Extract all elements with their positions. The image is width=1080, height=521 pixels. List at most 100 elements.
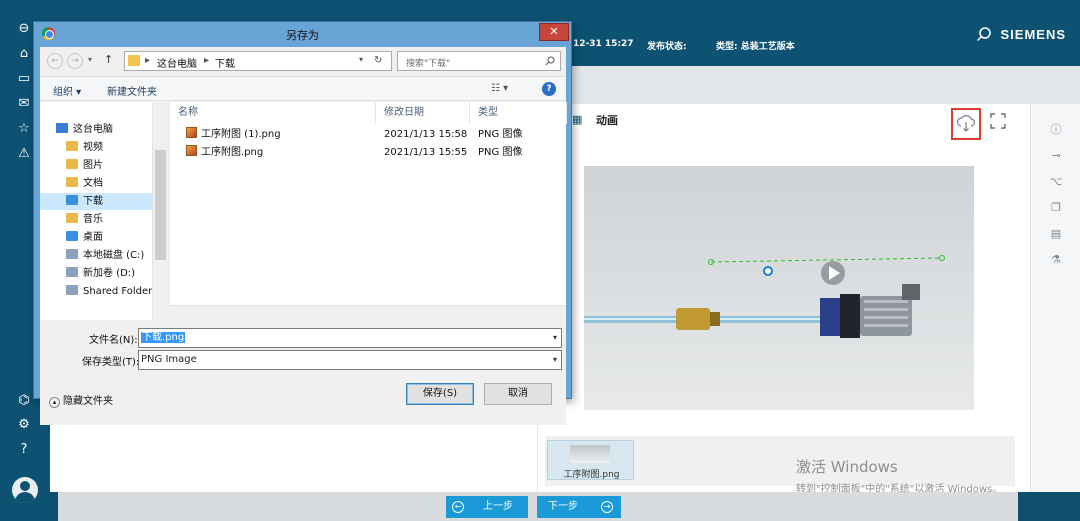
folder-icon[interactable]: ▭ xyxy=(14,70,34,88)
column-modified[interactable]: 修改日期 xyxy=(376,102,470,124)
grid-icon[interactable]: ▦ xyxy=(572,113,584,126)
nav-this-pc[interactable]: 这台电脑 xyxy=(56,121,113,138)
download-button[interactable] xyxy=(951,108,981,140)
save-as-dialog: 另存为 ✕ ← → ▾ ↑ ▸ 这台电脑 ▸ 下载 ▾ ↻ 搜索"下载" 组织 … xyxy=(33,21,572,425)
tools-icon[interactable]: ⚗ xyxy=(1047,252,1065,268)
arrow-right-icon: → xyxy=(601,501,613,513)
filename-input[interactable]: 下载.png ▾ xyxy=(138,328,562,348)
file-date: 2021/1/13 15:58 xyxy=(384,129,468,140)
user-avatar[interactable] xyxy=(12,477,38,503)
file-list-hscrollbar[interactable] xyxy=(169,305,566,320)
back-button[interactable]: ← xyxy=(47,53,63,69)
help-icon[interactable]: ? xyxy=(14,441,34,459)
hide-folders-toggle[interactable]: ▴ 隐藏文件夹 xyxy=(49,392,113,408)
breadcrumb-downloads[interactable]: 下载 xyxy=(215,55,235,70)
nav-scrollbar[interactable] xyxy=(152,102,168,320)
nav-drive-c[interactable]: 本地磁盘 (C:) xyxy=(66,247,144,264)
nav-documents[interactable]: 文档 xyxy=(66,175,103,192)
favorites-icon[interactable]: ☆ xyxy=(14,120,34,138)
settings-icon[interactable]: ⚙ xyxy=(14,416,34,434)
close-button[interactable]: ✕ xyxy=(539,23,569,41)
search-icon[interactable] xyxy=(976,26,992,42)
downloads-folder-icon xyxy=(66,195,78,205)
save-button[interactable]: 保存(S) xyxy=(406,383,474,405)
motor-assembly-model xyxy=(584,255,945,338)
copy-icon[interactable]: ❐ xyxy=(1047,200,1065,216)
png-file-icon xyxy=(186,127,197,138)
column-name[interactable]: 名称 xyxy=(170,102,376,124)
tab-animation[interactable]: 动画 xyxy=(596,112,618,128)
header-status: 发布状态: xyxy=(647,42,687,52)
nav-desktop[interactable]: 桌面 xyxy=(66,229,103,246)
file-list: 名称 修改日期 类型 工序附图 (1).png 2021/1/13 15:58 … xyxy=(169,102,567,305)
dialog-titlebar[interactable]: 另存为 ✕ xyxy=(34,22,571,46)
nav-downloads[interactable]: 下载 xyxy=(40,193,152,210)
nav-videos[interactable]: 视频 xyxy=(66,139,103,156)
filetype-select[interactable]: PNG Image ▾ xyxy=(138,350,562,370)
watermark-title: 激活 Windows xyxy=(796,458,898,476)
help-icon[interactable]: ? xyxy=(542,82,556,96)
search-field[interactable]: 搜索"下载" xyxy=(397,51,561,71)
nav-pictures[interactable]: 图片 xyxy=(66,157,103,174)
forward-button[interactable]: → xyxy=(67,53,83,69)
search-icon xyxy=(545,56,555,66)
scrollbar-thumb[interactable] xyxy=(155,150,166,260)
header-date: 12-31 15:27 xyxy=(573,39,634,49)
drive-c-icon xyxy=(66,249,78,259)
pin-icon[interactable]: ⊸ xyxy=(1047,148,1065,164)
view-options-icon[interactable]: ☷ ▾ xyxy=(491,83,508,94)
document-check-icon[interactable]: ▤ xyxy=(1047,226,1065,242)
thumbnail-item[interactable]: 工序附图.png xyxy=(547,440,634,480)
file-row[interactable]: 工序附图.png 2021/1/13 15:55 PNG 图像 xyxy=(170,144,567,161)
windows-activation-watermark: 激活 Windows 转到"控制面板"中的"系统"以激活 Windows。 xyxy=(796,456,1002,495)
siemens-logo: SIEMENS xyxy=(1000,27,1066,42)
cloud-download-icon xyxy=(956,114,976,132)
3d-viewer[interactable] xyxy=(584,166,974,410)
header-type: 类型: 总装工艺版本 xyxy=(716,42,795,52)
back-icon[interactable]: ⊖ xyxy=(14,20,34,38)
dialog-body: ← → ▾ ↑ ▸ 这台电脑 ▸ 下载 ▾ ↻ 搜索"下载" 组织 ▾ 新建文件… xyxy=(40,47,567,425)
thumbnail-image xyxy=(570,445,610,463)
column-type[interactable]: 类型 xyxy=(470,102,567,124)
path-dropdown-icon[interactable]: ▾ xyxy=(359,55,363,64)
filename-label: 文件名(N): xyxy=(89,335,138,346)
breadcrumb-this-pc[interactable]: 这台电脑 xyxy=(157,55,197,70)
structure-icon[interactable]: ⌬ xyxy=(14,392,34,410)
search-placeholder: 搜索"下载" xyxy=(406,59,451,69)
navigation-pane: 这台电脑 视频 图片 文档 下载 音乐 桌面 本地磁盘 (C:) 新加卷 (D:… xyxy=(40,102,168,320)
file-name: 工序附图.png xyxy=(201,147,264,158)
next-step-button[interactable]: 下一步 → xyxy=(537,496,621,518)
chevron-up-icon: ▴ xyxy=(49,397,60,408)
file-row[interactable]: 工序附图 (1).png 2021/1/13 15:58 PNG 图像 xyxy=(170,126,567,143)
home-icon[interactable]: ⌂ xyxy=(14,45,34,63)
nav-drive-d[interactable]: 新加卷 (D:) xyxy=(66,265,135,282)
info-icon[interactable]: ⓘ xyxy=(1047,122,1065,138)
next-step-label: 下一步 xyxy=(548,501,578,512)
filetype-dropdown-icon[interactable]: ▾ xyxy=(553,351,557,369)
nav-shared-folders[interactable]: Shared Folders xyxy=(66,283,158,300)
prev-step-label: 上一步 xyxy=(483,501,513,512)
refresh-icon[interactable]: ↻ xyxy=(374,55,382,66)
cancel-button[interactable]: 取消 xyxy=(484,383,552,405)
right-tool-panel: ⓘ ⊸ ⌥ ❐ ▤ ⚗ xyxy=(1030,104,1080,492)
new-folder-button[interactable]: 新建文件夹 xyxy=(107,83,157,98)
tree-icon[interactable]: ⌥ xyxy=(1047,174,1065,190)
fullscreen-icon[interactable] xyxy=(990,113,1006,129)
organize-menu[interactable]: 组织 ▾ xyxy=(53,83,81,98)
arrow-left-icon: ← xyxy=(452,501,464,513)
pictures-folder-icon xyxy=(66,159,78,169)
nav-music[interactable]: 音乐 xyxy=(66,211,103,228)
thumbnail-label: 工序附图.png xyxy=(563,470,620,480)
address-row: ← → ▾ ↑ ▸ 这台电脑 ▸ 下载 ▾ ↻ 搜索"下载" xyxy=(40,47,566,75)
filename-dropdown-icon[interactable]: ▾ xyxy=(553,329,557,347)
file-date: 2021/1/13 15:55 xyxy=(384,147,468,158)
path-bar[interactable]: ▸ 这台电脑 ▸ 下载 ▾ ↻ xyxy=(124,51,392,71)
folder-path-icon xyxy=(128,55,140,66)
up-button[interactable]: ↑ xyxy=(104,53,113,66)
desktop-folder-icon xyxy=(66,231,78,241)
alert-icon[interactable]: ⚠ xyxy=(14,145,34,163)
inbox-icon[interactable]: ✉ xyxy=(14,95,34,113)
prev-step-button[interactable]: ← 上一步 xyxy=(446,496,528,518)
dialog-footer: ▴ 隐藏文件夹 保存(S) 取消 xyxy=(40,377,566,425)
recent-dropdown-icon[interactable]: ▾ xyxy=(88,55,92,64)
